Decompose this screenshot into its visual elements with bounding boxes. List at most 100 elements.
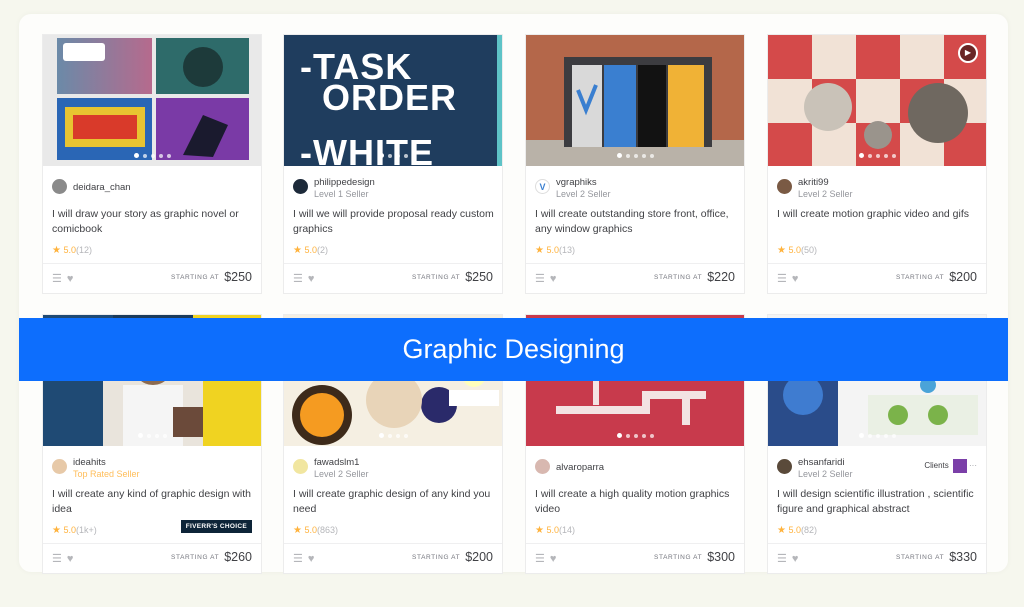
- heart-icon[interactable]: ♥: [792, 273, 799, 285]
- starting-at-label: STARTING AT: [896, 274, 945, 281]
- seller-level: Level 1 Seller: [314, 189, 369, 199]
- rating-value: 5.0: [304, 525, 317, 535]
- carousel-dots[interactable]: [284, 433, 502, 438]
- seller-name[interactable]: alvaroparra: [556, 462, 604, 473]
- carousel-dots[interactable]: [526, 153, 744, 158]
- gig-title[interactable]: I will create a high quality motion grap…: [535, 487, 740, 517]
- gig-thumbnail[interactable]: [526, 35, 744, 166]
- heart-icon[interactable]: ♥: [792, 553, 799, 565]
- gig-thumbnail[interactable]: -TASK ORDER -WHITE: [284, 35, 502, 166]
- seller-name[interactable]: fawadslm1: [314, 457, 359, 468]
- price[interactable]: STARTING AT $200: [896, 270, 977, 284]
- price-value: $260: [224, 550, 252, 564]
- more-icon[interactable]: ···: [969, 461, 977, 470]
- fiverrs-choice-badge: FIVERR'S CHOICE: [180, 520, 252, 533]
- price[interactable]: STARTING AT $200: [412, 550, 493, 564]
- rating-count: (12): [76, 245, 93, 255]
- gig-title[interactable]: I will create motion graphic video and g…: [777, 207, 982, 222]
- rating-count: (2): [317, 245, 328, 255]
- avatar[interactable]: [777, 459, 792, 474]
- gig-card-3[interactable]: V vgraphiks Level 2 Seller I will create…: [525, 34, 745, 294]
- seller-name[interactable]: ehsanfaridi: [798, 457, 844, 468]
- seller-name[interactable]: vgraphiks: [556, 177, 597, 188]
- clients-label: Clients: [924, 461, 949, 471]
- carousel-dots[interactable]: [43, 433, 261, 438]
- heart-icon[interactable]: ♥: [308, 553, 315, 565]
- gig-title[interactable]: I will create any kind of graphic design…: [52, 487, 257, 517]
- play-icon[interactable]: ▶: [958, 43, 978, 63]
- menu-icon[interactable]: ☰: [52, 553, 62, 565]
- clients-indicator[interactable]: Clients ···: [924, 459, 977, 473]
- rating-count: (14): [559, 525, 576, 535]
- heart-icon[interactable]: ♥: [67, 553, 74, 565]
- price[interactable]: STARTING AT $260: [171, 550, 252, 564]
- menu-icon[interactable]: ☰: [52, 273, 62, 285]
- star-icon: ★: [52, 525, 61, 536]
- thumb-text-3: -WHITE: [300, 132, 434, 167]
- starting-at-label: STARTING AT: [412, 554, 461, 561]
- starting-at-label: STARTING AT: [654, 274, 703, 281]
- rating-value: 5.0: [546, 525, 559, 535]
- price[interactable]: STARTING AT $300: [654, 550, 735, 564]
- gig-card-2[interactable]: -TASK ORDER -WHITE philippedesign Level …: [283, 34, 503, 294]
- rating: ★ 5.0(1k+): [52, 525, 97, 536]
- price-value: $250: [465, 270, 493, 284]
- avatar[interactable]: [52, 179, 67, 194]
- avatar[interactable]: V: [535, 179, 550, 194]
- heart-icon[interactable]: ♥: [550, 553, 557, 565]
- carousel-dots[interactable]: [768, 153, 986, 158]
- avatar[interactable]: [535, 459, 550, 474]
- gig-thumbnail[interactable]: ▶: [768, 35, 986, 166]
- heart-icon[interactable]: ♥: [67, 273, 74, 285]
- gig-thumbnail[interactable]: [43, 35, 261, 166]
- seller-name[interactable]: akriti99: [798, 177, 829, 188]
- menu-icon[interactable]: ☰: [777, 273, 787, 285]
- client-logo-icon: [952, 459, 967, 473]
- gig-card-4[interactable]: ▶ akriti99 Level 2 Seller I will create …: [767, 34, 987, 294]
- seller-name[interactable]: ideahits: [73, 457, 106, 468]
- seller-name[interactable]: philippedesign: [314, 177, 375, 188]
- price-value: $200: [949, 270, 977, 284]
- price[interactable]: STARTING AT $250: [412, 270, 493, 284]
- rating: ★ 5.0(14): [535, 525, 575, 536]
- avatar[interactable]: [777, 179, 792, 194]
- menu-icon[interactable]: ☰: [293, 273, 303, 285]
- seller-level: Level 2 Seller: [556, 189, 611, 199]
- carousel-dots[interactable]: [526, 433, 744, 438]
- price[interactable]: STARTING AT $250: [171, 270, 252, 284]
- thumb-text-2: ORDER: [322, 77, 458, 118]
- seller-level: Top Rated Seller: [73, 469, 140, 479]
- rating-value: 5.0: [304, 245, 317, 255]
- heart-icon[interactable]: ♥: [308, 273, 315, 285]
- menu-icon[interactable]: ☰: [535, 273, 545, 285]
- carousel-dots[interactable]: [284, 153, 502, 158]
- avatar[interactable]: [52, 459, 67, 474]
- seller-level: Level 2 Seller: [314, 469, 369, 479]
- gig-title[interactable]: I will design scientific illustration , …: [777, 487, 982, 517]
- carousel-dots[interactable]: [43, 153, 261, 158]
- avatar[interactable]: [293, 459, 308, 474]
- gig-title[interactable]: I will we will provide proposal ready cu…: [293, 207, 498, 237]
- price[interactable]: STARTING AT $220: [654, 270, 735, 284]
- gig-title[interactable]: I will create graphic design of any kind…: [293, 487, 498, 517]
- gig-title[interactable]: I will create outstanding store front, o…: [535, 207, 740, 237]
- seller-name[interactable]: deidara_chan: [73, 182, 131, 193]
- rating-count: (1k+): [76, 525, 97, 535]
- rating: ★ 5.0(12): [52, 245, 92, 256]
- starting-at-label: STARTING AT: [654, 554, 703, 561]
- gig-card-1[interactable]: deidara_chan I will draw your story as g…: [42, 34, 262, 294]
- rating-value: 5.0: [788, 525, 801, 535]
- star-icon: ★: [293, 245, 302, 256]
- menu-icon[interactable]: ☰: [293, 553, 303, 565]
- star-icon: ★: [535, 525, 544, 536]
- heart-icon[interactable]: ♥: [550, 273, 557, 285]
- menu-icon[interactable]: ☰: [535, 553, 545, 565]
- avatar[interactable]: [293, 179, 308, 194]
- gig-title[interactable]: I will draw your story as graphic novel …: [52, 207, 257, 237]
- menu-icon[interactable]: ☰: [777, 553, 787, 565]
- carousel-dots[interactable]: [768, 433, 986, 438]
- price[interactable]: STARTING AT $330: [896, 550, 977, 564]
- rating-value: 5.0: [63, 245, 76, 255]
- seller-level: Level 2 Seller: [798, 189, 853, 199]
- price-value: $250: [224, 270, 252, 284]
